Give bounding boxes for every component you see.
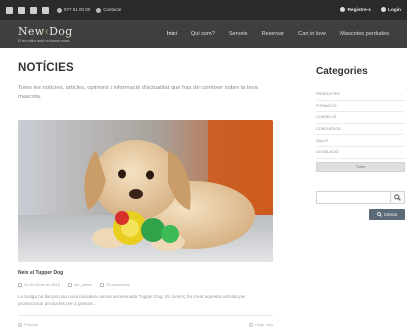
search-icon — [376, 211, 382, 217]
nav-item-can-in-love[interactable]: Can in love — [298, 31, 326, 37]
page-intro: Totes les notícies, articles, opinions i… — [18, 85, 258, 100]
category-list: PRODUCTES › FORMACIÓ › CONSELLS › CONCURSOS… — [316, 89, 405, 159]
sidebar-title: Categories — [316, 66, 368, 77]
post-footer: Portada Llegir més — [18, 315, 273, 327]
logo-tagline: El teu millor amic en bones mans — [18, 39, 70, 43]
calendar-icon — [18, 283, 22, 287]
twitter-icon[interactable] — [18, 6, 25, 14]
category-item-concursos[interactable]: CONCURSOS › — [316, 124, 405, 136]
chevron-right-icon: › — [400, 138, 402, 144]
phone-icon — [57, 7, 62, 13]
category-item-legislacio[interactable]: LEGISLACIÓ › — [316, 147, 405, 159]
post-excerpt: La botiga ha llançat una nova iniciativa… — [18, 294, 246, 306]
page-title: NOTÍCIES — [18, 62, 74, 74]
search-input[interactable] — [316, 190, 391, 204]
search-icon — [394, 193, 401, 201]
chevron-right-icon: › — [400, 114, 402, 120]
post-title[interactable]: Neix el Tupper Dog — [18, 270, 274, 276]
chevron-right-icon: › — [400, 149, 402, 155]
category-item-formacio[interactable]: FORMACIÓ › — [316, 101, 405, 113]
folder-icon — [18, 322, 22, 327]
chevron-right-icon: › — [400, 91, 402, 97]
register-link[interactable]: Registre-s — [340, 7, 371, 13]
read-more-link[interactable]: Llegir més — [248, 322, 273, 327]
category-item-productes[interactable]: PRODUCTES › — [316, 89, 405, 101]
social-links — [6, 6, 49, 14]
top-bar: 977 61 00 00 Contacte Registre-s Login — [0, 0, 407, 20]
search-form — [316, 190, 405, 204]
facebook-icon[interactable] — [6, 6, 13, 14]
contact-link[interactable]: Contacte — [96, 7, 121, 13]
sidebar: Categories PRODUCTES › FORMACIÓ › CONSELLS… — [316, 66, 405, 220]
search-submit-button[interactable]: Cercar — [369, 208, 405, 220]
nav-item-inici[interactable]: Inici — [167, 31, 177, 37]
post-meta: 20 de Gener de 2018 per_admin 20 comenta… — [18, 283, 274, 287]
nav-item-qui-som[interactable]: Qui som? — [191, 31, 215, 37]
post-category[interactable]: Portada — [18, 322, 38, 327]
logo-wordmark: New‹Dog — [18, 25, 73, 38]
contact-info: 977 61 00 00 Contacte — [57, 7, 121, 13]
youtube-icon[interactable] — [30, 6, 37, 14]
phone[interactable]: 977 61 00 00 — [57, 7, 90, 13]
main-nav: Inici Qui som? Serveis Reservar Can in l… — [167, 31, 389, 37]
nav-item-mascotes-perdudes[interactable]: Mascotes perdudes — [340, 31, 389, 37]
site-logo[interactable]: New‹Dog El teu millor amic en bones mans — [18, 25, 73, 43]
category-item-consells[interactable]: CONSELLS › — [316, 112, 405, 124]
post-date: 20 de Gener de 2018 — [18, 283, 60, 287]
user-icon — [340, 7, 346, 13]
post-comments[interactable]: 20 comentaris — [99, 283, 130, 287]
post-image[interactable] — [18, 120, 273, 262]
all-categories-button[interactable]: Totes — [316, 161, 405, 172]
category-item-salut[interactable]: SALUT › — [316, 135, 405, 147]
post-author[interactable]: per_admin — [67, 283, 92, 287]
user-icon — [67, 283, 72, 287]
main-content: NOTÍCIES Totes les notícies, articles, o… — [18, 62, 274, 327]
site-header: New‹Dog El teu millor amic en bones mans… — [0, 20, 407, 48]
nav-item-reservar[interactable]: Reservar — [261, 31, 284, 37]
chevron-right-icon: › — [400, 103, 402, 109]
chevron-right-icon: › — [400, 126, 402, 132]
comment-icon — [99, 283, 104, 287]
account-links: Registre-s Login — [340, 7, 401, 13]
lock-icon — [380, 7, 386, 13]
mail-icon — [96, 7, 102, 13]
search-icon-button[interactable] — [391, 190, 405, 204]
login-link[interactable]: Login — [380, 7, 401, 13]
pencil-icon — [248, 322, 253, 327]
instagram-icon[interactable] — [42, 6, 49, 14]
nav-item-serveis[interactable]: Serveis — [229, 31, 248, 37]
